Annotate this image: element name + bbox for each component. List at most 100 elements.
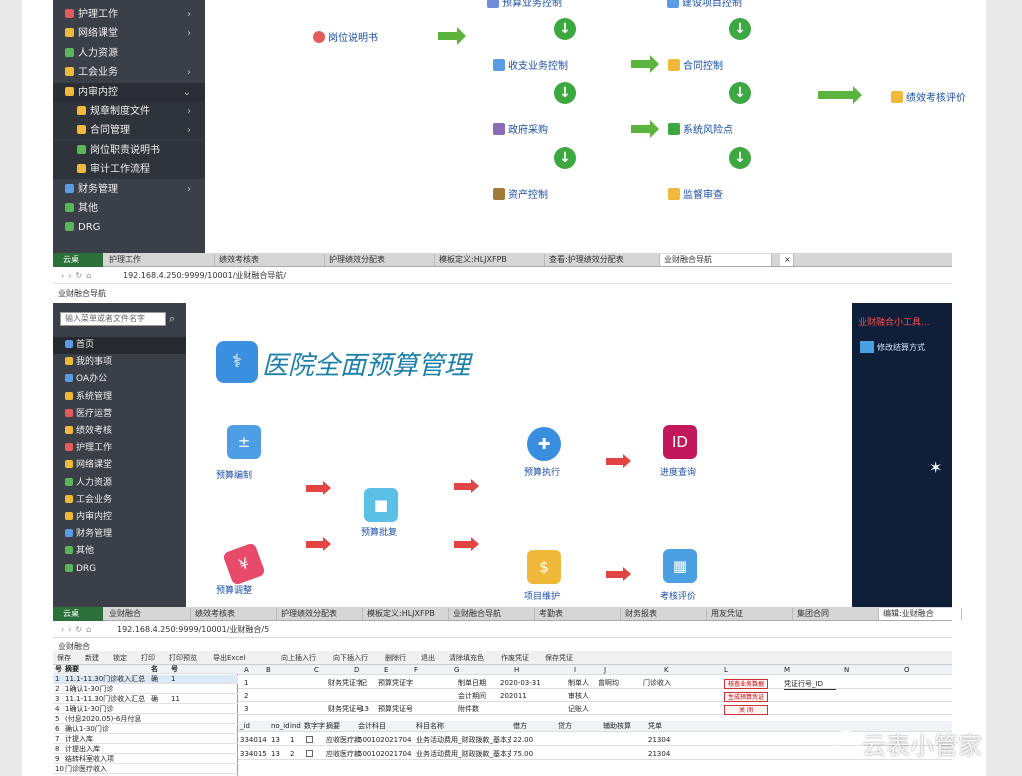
checkbox[interactable] <box>306 736 313 743</box>
tab-item[interactable]: 查看:护理绩效分配表 <box>545 254 660 266</box>
nav-buttons[interactable]: ‹›↻⌂ <box>61 268 95 284</box>
budget-exec-label[interactable]: 预算执行 <box>524 465 560 478</box>
id-card-icon[interactable]: ID <box>663 425 697 459</box>
tab-item[interactable]: 编辑:业财融合 <box>879 608 962 620</box>
toolbar-button[interactable]: 锁定 <box>113 651 127 665</box>
toolbar-button[interactable]: 向上插入行 <box>281 651 316 665</box>
table-row[interactable]: 7 计提入库 <box>53 735 238 744</box>
sidebar-item[interactable]: 网络课堂 <box>53 457 186 474</box>
sidebar-item[interactable]: DRG <box>53 561 186 578</box>
coins-icon[interactable]: $ <box>527 550 561 584</box>
action-button[interactable]: 关 闭 <box>724 705 768 715</box>
flow-construction-control[interactable]: 建设项目控制 <box>667 0 742 9</box>
assess-label[interactable]: 考核评价 <box>660 589 696 602</box>
table-row[interactable]: 10 门诊医疗收入 <box>53 765 238 774</box>
sidebar-item[interactable]: 其他 <box>53 543 186 560</box>
flow-asset-control[interactable]: 资产控制 <box>493 186 548 201</box>
table-row[interactable]: 3 11.1-11.30门诊收入汇总确 11 <box>53 695 238 704</box>
sidebar-item[interactable]: DRG <box>53 218 205 237</box>
tab-item[interactable]: 绩效考核表 <box>215 254 325 266</box>
table-row[interactable]: 8 计提出入库 <box>53 745 238 754</box>
toolbar-button[interactable]: 打印预览 <box>169 651 197 665</box>
table-row[interactable]: 6 确认1-30门诊 <box>53 725 238 734</box>
tab-item[interactable]: 业财融合导航 <box>449 608 535 620</box>
sidebar-item[interactable]: 护理工作 › <box>53 5 205 24</box>
flow-post-desc[interactable]: 岗位说明书 <box>313 29 378 44</box>
budget-adjust-label[interactable]: 预算调整 <box>216 583 252 596</box>
close-icon[interactable]: × <box>780 254 794 266</box>
sidebar-item[interactable]: 其他 <box>53 199 205 218</box>
sidebar-item[interactable]: 首页 <box>53 337 186 354</box>
sidebar-item[interactable]: 网络课堂 › <box>53 24 205 43</box>
sidebar-item[interactable]: 财务管理 <box>53 526 186 543</box>
tab-item[interactable]: 业财融合导航 <box>660 254 772 266</box>
table-row[interactable]: 5 (付息2020.05)-6月付息 <box>53 715 238 724</box>
toolbar-button[interactable]: 作废凭证 <box>501 651 529 665</box>
sheet-row[interactable]: 3 财务凭证号 13 预算凭证号 附件数 记账人 <box>238 703 952 715</box>
sheet-row[interactable]: 2 会计期间 202011 审核人 <box>238 690 952 702</box>
calculator-icon[interactable]: ± <box>227 425 261 459</box>
table-row[interactable]: 9 结转科室收入项 <box>53 755 238 764</box>
toolbar-button[interactable]: 退出 <box>421 651 435 665</box>
tab-item[interactable]: 财务报表 <box>621 608 707 620</box>
flow-income-control[interactable]: 收支业务控制 <box>493 57 568 72</box>
url-text[interactable]: 192.168.4.250:9999/10001/业财融合/5 <box>117 622 269 638</box>
toolbar-button[interactable]: 保存凭证 <box>545 651 573 665</box>
tab-item[interactable]: 护理工作 <box>105 254 215 266</box>
modify-settlement-button[interactable]: 修改结算方式 <box>860 341 925 353</box>
toolbar-button[interactable]: 新建 <box>85 651 99 665</box>
sidebar-item[interactable]: OA办公 <box>53 371 186 388</box>
flow-contract-control[interactable]: 合同控制 <box>668 57 723 72</box>
tab-item[interactable]: 用友凭证 <box>707 608 793 620</box>
action-button[interactable]: 核查业务数据 <box>724 679 768 689</box>
tab-item[interactable]: 护理绩效分配表 <box>277 608 363 620</box>
sidebar-item[interactable]: 内审内控 <box>53 509 186 526</box>
start-button[interactable]: 云桌 <box>53 607 103 621</box>
sidebar-item[interactable]: 岗位职责说明书 <box>53 140 205 160</box>
table-row[interactable]: 1 11.1-11.30门诊收入汇总确 1 <box>53 675 238 684</box>
flow-system-risk[interactable]: 系统风险点 <box>668 121 733 136</box>
building-icon[interactable]: ▦ <box>663 549 697 583</box>
sidebar-item[interactable]: 医疗运营 <box>53 406 186 423</box>
sidebar-item[interactable]: 规章制度文件 › <box>53 102 205 121</box>
toolbar-button[interactable]: 向下插入行 <box>333 651 368 665</box>
cubes-icon[interactable]: ■ <box>364 488 398 522</box>
action-button[interactable]: 生成预算凭证 <box>724 692 768 702</box>
sidebar-item[interactable]: 绩效考核 <box>53 423 186 440</box>
tab-item[interactable]: 绩效考核表 <box>191 608 277 620</box>
flow-kpi-evaluation[interactable]: 绩效考核评价 <box>891 89 966 104</box>
start-button[interactable]: 云桌 <box>53 253 103 267</box>
tab-item[interactable]: 护理绩效分配表 <box>325 254 435 266</box>
flow-procurement[interactable]: 政府采购 <box>493 121 548 136</box>
tab-item[interactable]: 模板定义:HLJXFPB <box>363 608 449 620</box>
toolbar-button[interactable]: 保存 <box>57 651 71 665</box>
sidebar-item[interactable]: 财务管理 › <box>53 180 205 199</box>
sidebar-item[interactable]: 系统管理 <box>53 389 186 406</box>
sidebar-item[interactable]: 工会业务 › <box>53 63 205 82</box>
table-row[interactable]: 2 1确认1-30门诊 <box>53 685 238 694</box>
sidebar-item[interactable]: 我的事项 <box>53 354 186 371</box>
toolbar-button[interactable]: 导出Excel <box>213 651 246 665</box>
tab-item[interactable]: 业财融合 <box>105 608 191 620</box>
sidebar-item[interactable]: 内审内控 ⌄ <box>53 82 205 102</box>
toolbar-button[interactable]: 打印 <box>141 651 155 665</box>
search-icon[interactable]: ⌕ <box>169 312 181 326</box>
nav-buttons[interactable]: ‹›↻⌂ <box>61 622 95 638</box>
tag-icon[interactable]: ¥ <box>222 542 266 586</box>
budget-compile-label[interactable]: 预算编制 <box>216 468 252 481</box>
budget-approve-label[interactable]: 预算批复 <box>361 525 397 538</box>
flow-audit[interactable]: 监督审查 <box>668 186 723 201</box>
checkbox[interactable] <box>306 750 313 757</box>
progress-query-label[interactable]: 进度查询 <box>660 465 696 478</box>
tab-item[interactable]: 考勤表 <box>535 608 621 620</box>
project-maint-label[interactable]: 项目维护 <box>524 589 560 602</box>
sidebar-item[interactable]: 审计工作流程 <box>53 160 205 180</box>
flow-budget-control[interactable]: 预算业务控制 <box>487 0 562 9</box>
tab-item[interactable]: 模板定义:HLJXFPB <box>435 254 545 266</box>
sidebar-item[interactable]: 护理工作 <box>53 440 186 457</box>
sidebar-item[interactable]: 人力资源 <box>53 475 186 492</box>
heart-icon[interactable]: ✚ <box>527 427 561 461</box>
url-text[interactable]: 192.168.4.250:9999/10001/业财融合导航/ <box>123 268 286 284</box>
sidebar-item[interactable]: 工会业务 <box>53 492 186 509</box>
toolbar-button[interactable]: 删除行 <box>385 651 406 665</box>
